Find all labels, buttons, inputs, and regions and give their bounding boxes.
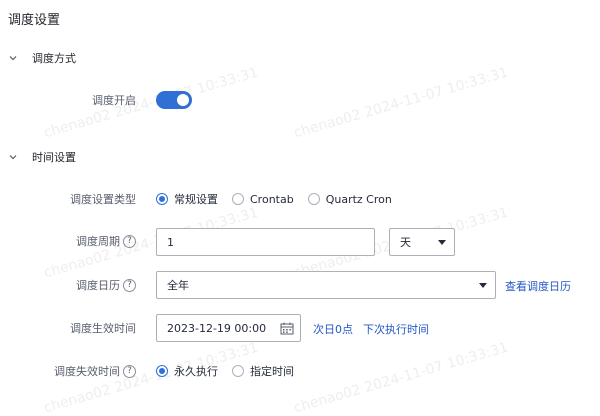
chevron-down-icon [8, 53, 18, 63]
next-day-zero-link[interactable]: 次日0点 [313, 321, 353, 337]
enable-label: 调度开启 [40, 91, 136, 109]
effective-time-label-text: 调度生效时间 [70, 322, 136, 335]
calendar-label-text: 调度日历 [76, 279, 120, 292]
watermark: chenao02 2024-11-07 10:33:31 [292, 339, 511, 416]
calendar-select[interactable]: 全年 [156, 271, 496, 299]
period-label: 调度周期 ? [40, 232, 136, 250]
radio-permanent[interactable]: 永久执行 [156, 363, 218, 379]
period-input[interactable]: 1 [156, 228, 375, 256]
calendar-label: 调度日历 ? [40, 276, 136, 294]
schedule-type-radio-group: 常规设置 Crontab Quartz Cron [156, 190, 406, 208]
radio-circle[interactable] [232, 365, 244, 377]
section-title: 时间设置 [32, 151, 76, 164]
radio-regular[interactable]: 常规设置 [156, 191, 218, 207]
effective-time-picker[interactable]: 2023-12-19 00:00 [156, 314, 301, 342]
page-title: 调度设置 [8, 13, 61, 28]
help-icon[interactable]: ? [123, 278, 136, 292]
view-calendar-link[interactable]: 查看调度日历 [505, 278, 571, 294]
watermark: chenao02 2024-11-07 10:33:31 [292, 64, 511, 142]
enable-label-text: 调度开启 [92, 94, 136, 107]
expire-radio-group: 永久执行 指定时间 [156, 362, 308, 380]
radio-label: 指定时间 [250, 365, 294, 378]
schedule-enable-toggle[interactable] [156, 91, 192, 109]
radio-circle[interactable] [232, 193, 244, 205]
effective-time-label: 调度生效时间 [40, 319, 136, 337]
section-header-mode[interactable]: 调度方式 [8, 49, 76, 67]
radio-label: Quartz Cron [325, 192, 392, 206]
period-value: 1 [167, 235, 174, 249]
schedule-type-label: 调度设置类型 [40, 190, 136, 208]
expire-time-label-text: 调度失效时间 [54, 365, 120, 378]
radio-label: 常规设置 [174, 193, 218, 206]
radio-label: Crontab [250, 192, 294, 206]
caret-down-icon [438, 240, 446, 245]
period-unit-value: 天 [400, 236, 411, 249]
radio-label: 永久执行 [174, 365, 218, 378]
radio-quartz-cron[interactable]: Quartz Cron [307, 192, 392, 206]
section-header-time[interactable]: 时间设置 [8, 148, 76, 166]
radio-circle[interactable] [156, 365, 168, 377]
period-unit-select[interactable]: 天 [389, 228, 455, 256]
caret-down-icon [479, 283, 487, 288]
radio-specified-time[interactable]: 指定时间 [232, 363, 294, 379]
radio-circle[interactable] [156, 193, 168, 205]
radio-crontab[interactable]: Crontab [232, 193, 294, 206]
toggle-knob [177, 94, 189, 106]
calendar-icon[interactable] [280, 322, 294, 335]
help-icon[interactable]: ? [123, 364, 136, 378]
expire-time-label: 调度失效时间 ? [40, 362, 136, 380]
schedule-type-label-text: 调度设置类型 [70, 193, 136, 206]
radio-circle[interactable] [307, 193, 320, 205]
chevron-down-icon [8, 152, 18, 162]
calendar-value: 全年 [167, 279, 189, 292]
effective-time-value: 2023-12-19 00:00 [167, 321, 267, 335]
help-icon[interactable]: ? [123, 234, 136, 248]
period-label-text: 调度周期 [76, 235, 120, 248]
section-title: 调度方式 [32, 52, 76, 65]
next-run-time-link[interactable]: 下次执行时间 [363, 321, 429, 337]
